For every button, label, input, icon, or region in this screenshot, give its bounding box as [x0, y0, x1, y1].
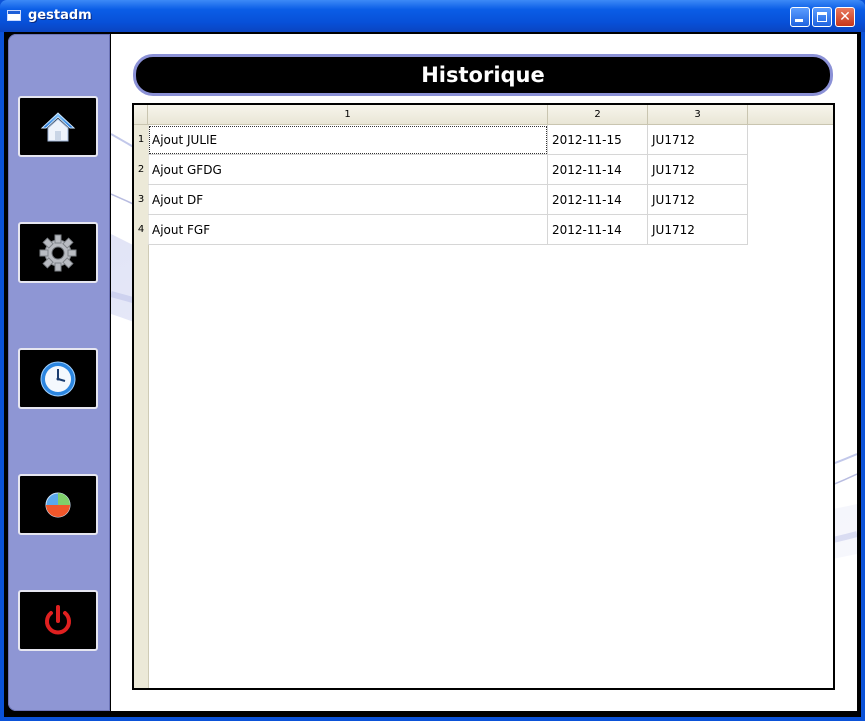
table-cell[interactable]: 2012-11-14: [548, 155, 648, 185]
close-button[interactable]: ✕: [835, 7, 855, 27]
home-icon: [40, 111, 76, 141]
sidebar: [8, 34, 110, 711]
row-number[interactable]: 3: [134, 185, 148, 215]
main-panel: Historique 1 2 3 1 Ajout JULIE 2012-11-1…: [111, 34, 857, 711]
table-cell[interactable]: JU1712: [648, 125, 748, 155]
window-title: gestadm: [28, 8, 92, 23]
history-table[interactable]: 1 2 3 1 Ajout JULIE 2012-11-15 JU1712 2 …: [132, 103, 835, 690]
row-number[interactable]: 1: [134, 125, 148, 155]
table-header: 1 2 3: [134, 105, 833, 125]
column-header-2[interactable]: 2: [548, 105, 648, 124]
table-row[interactable]: 4 Ajout FGF 2012-11-14 JU1712: [134, 215, 748, 245]
table-cell[interactable]: JU1712: [648, 155, 748, 185]
window-icon: [7, 10, 21, 21]
table-cell[interactable]: Ajout JULIE: [148, 125, 548, 155]
gear-icon: [39, 234, 77, 271]
table-cell[interactable]: Ajout GFDG: [148, 155, 548, 185]
power-button[interactable]: [18, 590, 98, 651]
clock-icon: [40, 361, 76, 396]
stats-button[interactable]: [18, 474, 98, 535]
column-header-3[interactable]: 3: [648, 105, 748, 124]
minimize-button[interactable]: [790, 7, 810, 27]
history-button[interactable]: [18, 348, 98, 409]
app-window: gestadm ✕ Historique 1 2 3 1 Ajout JULIE…: [0, 0, 865, 721]
page-title: Historique: [133, 54, 833, 96]
title-bar[interactable]: gestadm ✕: [0, 0, 865, 32]
maximize-button[interactable]: [812, 7, 832, 27]
close-icon: ✕: [839, 9, 851, 25]
table-row[interactable]: 1 Ajout JULIE 2012-11-15 JU1712: [134, 125, 748, 155]
corner-header[interactable]: [134, 105, 148, 124]
table-row[interactable]: 3 Ajout DF 2012-11-14 JU1712: [134, 185, 748, 215]
pie-chart-icon: [45, 492, 71, 517]
home-button[interactable]: [18, 96, 98, 157]
column-header-1[interactable]: 1: [148, 105, 548, 124]
settings-button[interactable]: [18, 222, 98, 283]
table-cell[interactable]: JU1712: [648, 215, 748, 245]
table-cell[interactable]: JU1712: [648, 185, 748, 215]
row-number[interactable]: 4: [134, 215, 148, 245]
row-number[interactable]: 2: [134, 155, 148, 185]
table-row[interactable]: 2 Ajout GFDG 2012-11-14 JU1712: [134, 155, 748, 185]
table-cell[interactable]: Ajout FGF: [148, 215, 548, 245]
minimize-icon: [795, 19, 803, 22]
client-area: Historique 1 2 3 1 Ajout JULIE 2012-11-1…: [4, 32, 861, 717]
table-cell[interactable]: Ajout DF: [148, 185, 548, 215]
table-cell[interactable]: 2012-11-14: [548, 185, 648, 215]
power-icon: [45, 604, 71, 634]
table-cell[interactable]: 2012-11-15: [548, 125, 648, 155]
maximize-icon: [817, 12, 827, 22]
table-cell[interactable]: 2012-11-14: [548, 215, 648, 245]
